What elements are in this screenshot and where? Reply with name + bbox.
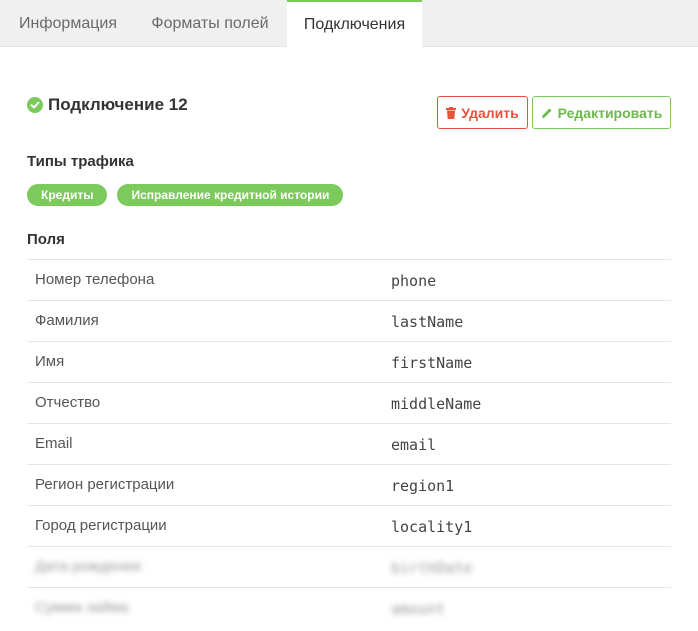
- tab-information[interactable]: Информация: [4, 0, 132, 47]
- field-label: Отчество: [35, 394, 101, 411]
- field-label: Email: [35, 435, 73, 452]
- field-value: region1: [391, 477, 455, 495]
- traffic-types-heading: Типы трафика: [27, 153, 134, 170]
- traffic-badges: Кредиты Исправление кредитной истории: [27, 184, 353, 206]
- table-row: Фамилия lastName: [27, 300, 671, 341]
- traffic-badge: Кредиты: [27, 184, 108, 206]
- traffic-badge: Исправление кредитной истории: [117, 184, 344, 206]
- field-label: Сумма займа: [35, 599, 129, 616]
- field-value: firstName: [391, 354, 473, 372]
- table-row: Отчество middleName: [27, 382, 671, 423]
- table-row: Номер телефона phone: [27, 259, 671, 300]
- field-label: Город регистрации: [35, 517, 167, 534]
- tab-connections[interactable]: Подключения: [287, 0, 422, 48]
- fields-heading: Поля: [27, 231, 65, 248]
- table-row: Дата рождения birthDate: [27, 546, 671, 587]
- pencil-icon: [541, 108, 552, 118]
- delete-button[interactable]: Удалить: [437, 96, 528, 129]
- field-label: Имя: [35, 353, 65, 370]
- field-label: Регион регистрации: [35, 476, 175, 493]
- fields-table: Номер телефона phone Фамилия lastName Им…: [27, 259, 671, 628]
- tab-field-formats[interactable]: Форматы полей: [136, 0, 284, 47]
- field-value: amount: [391, 600, 446, 618]
- connection-title-text: Подключение 12: [48, 95, 188, 114]
- field-label: Фамилия: [35, 312, 99, 329]
- table-row: Имя firstName: [27, 341, 671, 382]
- field-value: email: [391, 436, 437, 454]
- field-value: lastName: [391, 313, 464, 331]
- edit-button-label: Редактировать: [557, 104, 663, 121]
- tab-bar: Информация Форматы полей Подключения: [0, 0, 698, 48]
- field-label: Номер телефона: [35, 271, 155, 288]
- table-row: Сумма займа amount: [27, 587, 671, 628]
- delete-button-label: Удалить: [461, 104, 519, 121]
- field-label: Дата рождения: [35, 558, 141, 575]
- edit-button[interactable]: Редактировать: [532, 96, 671, 129]
- connection-panel: Подключение 12 Удалить Редактировать Тип…: [4, 47, 698, 631]
- check-circle-icon: [27, 97, 43, 113]
- field-value: phone: [391, 272, 437, 290]
- table-row: Город регистрации locality1: [27, 505, 671, 546]
- trash-icon: [446, 106, 457, 119]
- connection-title: Подключение 12: [27, 95, 188, 115]
- field-value: birthDate: [391, 559, 473, 577]
- field-value: locality1: [391, 518, 473, 536]
- table-row: Регион регистрации region1: [27, 464, 671, 505]
- table-row: Email email: [27, 423, 671, 464]
- field-value: middleName: [391, 395, 482, 413]
